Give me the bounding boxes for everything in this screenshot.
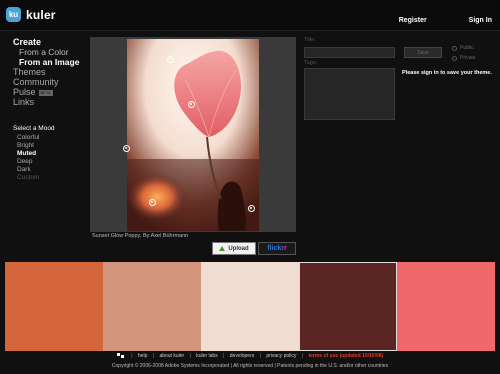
footer-terms-link[interactable]: terms of use (updated 10/15/08) [308,353,383,359]
title-input[interactable] [304,47,395,58]
footer-developers-link[interactable]: developers [230,353,254,359]
beta-badge: BETA [38,89,53,96]
mood-colorful[interactable]: Colorful [17,134,39,142]
register-link[interactable]: Register [399,17,427,24]
app-name: kuler [26,7,56,22]
public-option[interactable]: Public [452,45,474,51]
footer-about-link[interactable]: about kuler [159,353,184,359]
color-picker-2[interactable] [188,101,195,108]
tags-input[interactable] [304,68,395,120]
footer: | help | about kuler | kuler labs | deve… [0,353,500,369]
nav-create[interactable]: Create [13,37,93,47]
nav-pulse-label: Pulse [13,87,36,97]
color-swatch-2[interactable] [103,262,201,351]
kuler-logo-icon: ku [6,7,21,22]
nav-from-image[interactable]: From an Image [13,57,93,67]
private-label: Private [460,55,476,61]
poppy-image [127,39,259,231]
color-picker-5[interactable] [248,205,255,212]
color-picker-4[interactable] [149,199,156,206]
source-photo [127,39,259,231]
mood-bright[interactable]: Bright [17,142,39,150]
nav-themes[interactable]: Themes [13,67,93,77]
mood-list: Colorful Bright Muted Deep Dark Custom [17,134,39,182]
nav-links[interactable]: Links [13,97,93,107]
public-label: Public [460,45,474,51]
public-radio-icon [452,45,457,51]
mood-muted[interactable]: Muted [17,150,39,158]
color-picker-3[interactable] [123,145,130,152]
signin-message: Please sign in to save your theme. [402,70,492,76]
title-label: Title: [304,37,316,43]
sign-in-link[interactable]: Sign In [469,17,492,24]
private-radio-icon [452,55,457,61]
mood-deep[interactable]: Deep [17,158,39,166]
nav-pulse[interactable]: Pulse BETA [13,87,93,97]
color-swatch-1[interactable] [5,262,103,351]
private-option[interactable]: Private [452,55,476,61]
color-swatches [5,262,495,351]
color-swatch-4[interactable] [299,262,397,351]
image-panel [90,37,296,232]
footer-privacy-link[interactable]: privacy policy [266,353,296,359]
creative-commons-icon [116,353,124,359]
upload-button[interactable]: Upload [212,242,256,255]
mood-dark[interactable]: Dark [17,166,39,174]
header-bar: ku kuler Register Sign In [0,0,500,31]
color-swatch-3[interactable] [201,262,299,351]
image-caption: Sunset Glow Poppy, By Axel Bührmann [92,233,189,239]
flickr-button[interactable]: flickr r [258,242,296,255]
flickr-label-accent: r [284,245,287,252]
upload-label: Upload [228,245,249,252]
mood-custom: Custom [17,174,40,181]
left-navigation: Create From a Color From an Image Themes… [13,37,93,107]
theme-form: Title: Save Public Private Tags: Please … [304,37,500,120]
copyright-text: Copyright © 2006-2008 Adobe Systems Inco… [111,363,389,369]
save-button[interactable]: Save [404,47,442,58]
nav-community[interactable]: Community [13,77,93,87]
upload-arrow-icon [219,246,226,251]
color-swatch-5[interactable] [397,262,495,351]
kuler-logo[interactable]: ku kuler [6,7,56,22]
footer-help-link[interactable]: help [138,353,147,359]
nav-from-color[interactable]: From a Color [13,47,93,57]
tags-label: Tags: [304,60,318,66]
flickr-label: flickr [267,245,284,252]
footer-labs-link[interactable]: kuler labs [196,353,217,359]
color-picker-1[interactable] [167,56,174,63]
mood-title: Select a Mood [13,125,55,132]
